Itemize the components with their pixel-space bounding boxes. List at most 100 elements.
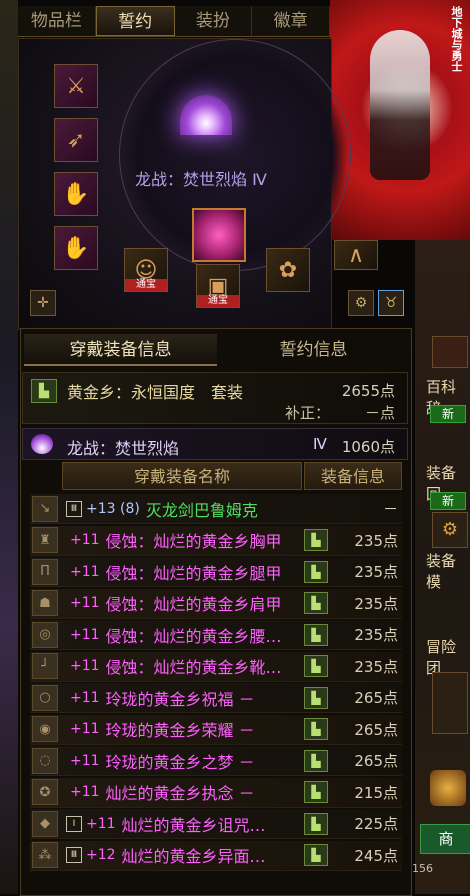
slot-glove-2[interactable]: ✋ [54, 226, 98, 270]
equipment-name: 灿烂的黄金乡诅咒… [121, 815, 266, 835]
slot-bao-1[interactable]: ☺ 通宝 [124, 248, 168, 292]
set-icon: ▙ [304, 812, 328, 835]
set-icon: ▙ [304, 560, 328, 583]
encyclopedia-icon[interactable] [432, 336, 468, 368]
enhance-level: +11 [70, 721, 100, 737]
equipment-sim-label[interactable]: 装备模 [426, 550, 470, 592]
table-row[interactable]: ◆ Ⅰ +11 灿烂的黄金乡诅咒… ▙ 225点 [30, 809, 402, 839]
pledge-icon [31, 434, 53, 454]
table-row[interactable]: ◌ +11 玲珑的黄金乡之梦 － ▙ 265点 [30, 746, 402, 776]
equipment-points: 265点 [354, 752, 398, 770]
slot-extra[interactable]: ∧ [334, 240, 378, 270]
tier-badge: Ⅲ [66, 500, 82, 517]
chest-armor-icon: ♜ [32, 527, 58, 553]
claw-icon: ✋ [62, 181, 90, 207]
equipment-points: 235点 [354, 531, 398, 550]
set-icon: ▙ [304, 686, 328, 709]
enhance-level: +11 [70, 626, 100, 643]
equipment-points: 235点 [354, 563, 398, 581]
table-row[interactable]: ↘ Ⅲ +13 (8) 灭龙剑巴鲁姆克 － [30, 494, 402, 524]
enhance-level: +11 [70, 563, 100, 580]
adventure-icon[interactable] [432, 672, 468, 734]
support-icon: ✪ [32, 779, 58, 805]
equipment-name: 侵蚀：灿烂的黄金乡腿甲 [105, 563, 282, 583]
adjust-label: 补正： [285, 404, 331, 422]
equipment-name: 灿烂的黄金乡异面… [121, 847, 266, 866]
adjust-value: －点 [364, 404, 395, 422]
pledge-tier: Ⅳ [313, 435, 327, 453]
treasure-icon[interactable] [430, 770, 466, 806]
table-row[interactable]: ♜ +11 侵蚀：灿烂的黄金乡胸甲 ▙ 235点 [30, 525, 402, 556]
shop-label: 商 [438, 830, 454, 848]
header-equipment-info: 装备信息 [304, 462, 402, 490]
equipment-name: 侵蚀：灿烂的黄金乡腰… [105, 626, 282, 646]
bao-label: 通宝 [197, 295, 239, 307]
expand-button[interactable]: ✛ [30, 290, 56, 316]
event-banner[interactable]: 地下城与勇士 [330, 0, 470, 240]
equipment-name: 玲珑的黄金乡荣耀 － [105, 721, 255, 740]
slot-weapon-2[interactable]: ➶ [54, 118, 98, 162]
pledge-toggle-button[interactable]: ♉ [378, 290, 404, 316]
enhance-level: +11 [70, 595, 100, 611]
equipment-points: 235点 [354, 626, 398, 644]
sword-icon: ↘ [32, 495, 58, 522]
wrench-icon[interactable]: ⚙ [432, 512, 468, 548]
banner-logo: 地下城与勇士 [450, 6, 463, 72]
set-icon: ▙ [304, 623, 328, 646]
weapon-title: 龙战：焚世烈焰 Ⅳ [135, 170, 267, 189]
set-points: 2655点 [341, 382, 395, 400]
belt-icon: ◎ [32, 621, 58, 648]
equipment-points: － [382, 500, 398, 518]
set-icon: ▙ [304, 781, 328, 803]
slot-pet[interactable]: ✿ [266, 248, 310, 292]
pledge-name: 龙战：焚世烈焰 [67, 439, 180, 458]
equipment-name: 玲珑的黄金乡祝福 － [105, 689, 255, 709]
equipment-points: 265点 [354, 720, 398, 739]
equipment-name: 侵蚀：灿烂的黄金乡靴… [105, 658, 282, 677]
tab-pledge[interactable]: 誓约 [95, 6, 175, 36]
set-icon: ▙ [304, 749, 328, 772]
equipment-points: 215点 [354, 783, 398, 802]
equipment-points: 245点 [354, 846, 398, 865]
character-art [370, 30, 430, 180]
equipment-name: 侵蚀：灿烂的黄金乡胸甲 [105, 532, 282, 551]
equipment-name: 灿烂的黄金乡执念 － [105, 784, 255, 803]
table-row[interactable]: ☗ +11 侵蚀：灿烂的黄金乡肩甲 ▙ 235点 [30, 588, 402, 619]
set-icon: ▙ [304, 529, 328, 551]
table-row[interactable]: ✪ +11 灿烂的黄金乡执念 － ▙ 215点 [30, 777, 402, 808]
tab-emblem[interactable]: 徽章 [252, 6, 330, 36]
pledge-row[interactable]: 龙战：焚世烈焰 Ⅳ 1060点 [22, 428, 408, 460]
tab-pledge-info[interactable]: 誓约信息 [217, 334, 410, 366]
enhance-level: +13 (8) [86, 500, 140, 517]
pledge-points: 1060点 [341, 438, 395, 456]
set-icon: ▙ [304, 718, 328, 740]
equipment-name: 玲珑的黄金乡之梦 － [105, 752, 255, 772]
pledge-core-slot[interactable] [192, 208, 246, 262]
boots-icon: ┘ [32, 653, 58, 679]
enhance-level: +12 [86, 847, 116, 863]
tab-inventory[interactable]: 物品栏 [18, 6, 96, 36]
enhance-level: +11 [70, 784, 100, 800]
table-row[interactable]: ⁂ Ⅲ +12 灿烂的黄金乡异面… ▙ 245点 [30, 840, 402, 871]
slot-glove-1[interactable]: ✋ [54, 172, 98, 216]
tab-worn-equipment[interactable]: 穿戴装备信息 [24, 334, 217, 366]
set-bonus-row[interactable]: ▙ 黄金乡：永恒国度 套装 2655点 补正： －点 [22, 372, 408, 424]
settings-button[interactable]: ⚙ [348, 290, 374, 316]
set-icon: ▙ [304, 844, 328, 866]
tier-badge: Ⅲ [66, 847, 82, 863]
tab-avatar[interactable]: 装扮 [175, 6, 253, 36]
table-row[interactable]: ◎ +11 侵蚀：灿烂的黄金乡腰… ▙ 235点 [30, 620, 402, 650]
slot-weapon-1[interactable]: ⚔ [54, 64, 98, 108]
set-icon: ▙ [31, 379, 57, 403]
bao-label: 通宝 [125, 279, 167, 291]
table-row[interactable]: Π +11 侵蚀：灿烂的黄金乡腿甲 ▙ 235点 [30, 557, 402, 587]
shop-button[interactable]: 商 [420, 824, 470, 854]
table-row[interactable]: ○ +11 玲珑的黄金乡祝福 － ▙ 265点 [30, 683, 402, 713]
set-icon: ▙ [304, 592, 328, 614]
table-row[interactable]: ◉ +11 玲珑的黄金乡荣耀 － ▙ 265点 [30, 714, 402, 745]
weapon-icon: ⚔ [66, 73, 86, 99]
slot-bao-2[interactable]: ▣ 通宝 [196, 264, 240, 308]
cat-icon: ✿ [278, 257, 298, 283]
table-row[interactable]: ┘ +11 侵蚀：灿烂的黄金乡靴… ▙ 235点 [30, 651, 402, 682]
equipment-name: 侵蚀：灿烂的黄金乡肩甲 [105, 595, 282, 614]
